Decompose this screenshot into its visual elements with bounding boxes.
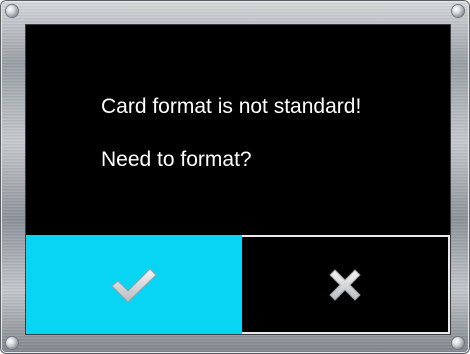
checkmark-icon — [111, 267, 157, 303]
screw-decoration — [6, 337, 18, 349]
cancel-button[interactable] — [242, 235, 450, 334]
dialog-frame: Card format is not standard! Need to for… — [0, 0, 470, 354]
message-line-1: Card format is not standard! — [101, 95, 362, 118]
screw-decoration — [6, 5, 18, 17]
screw-decoration — [452, 5, 464, 17]
dialog-screen: Card format is not standard! Need to for… — [26, 25, 450, 334]
close-icon — [329, 268, 361, 301]
screw-decoration — [452, 337, 464, 349]
dialog-button-row — [26, 235, 450, 334]
dialog-message: Card format is not standard! Need to for… — [26, 25, 450, 235]
confirm-button[interactable] — [26, 235, 242, 334]
message-line-2: Need to format? — [101, 148, 252, 171]
